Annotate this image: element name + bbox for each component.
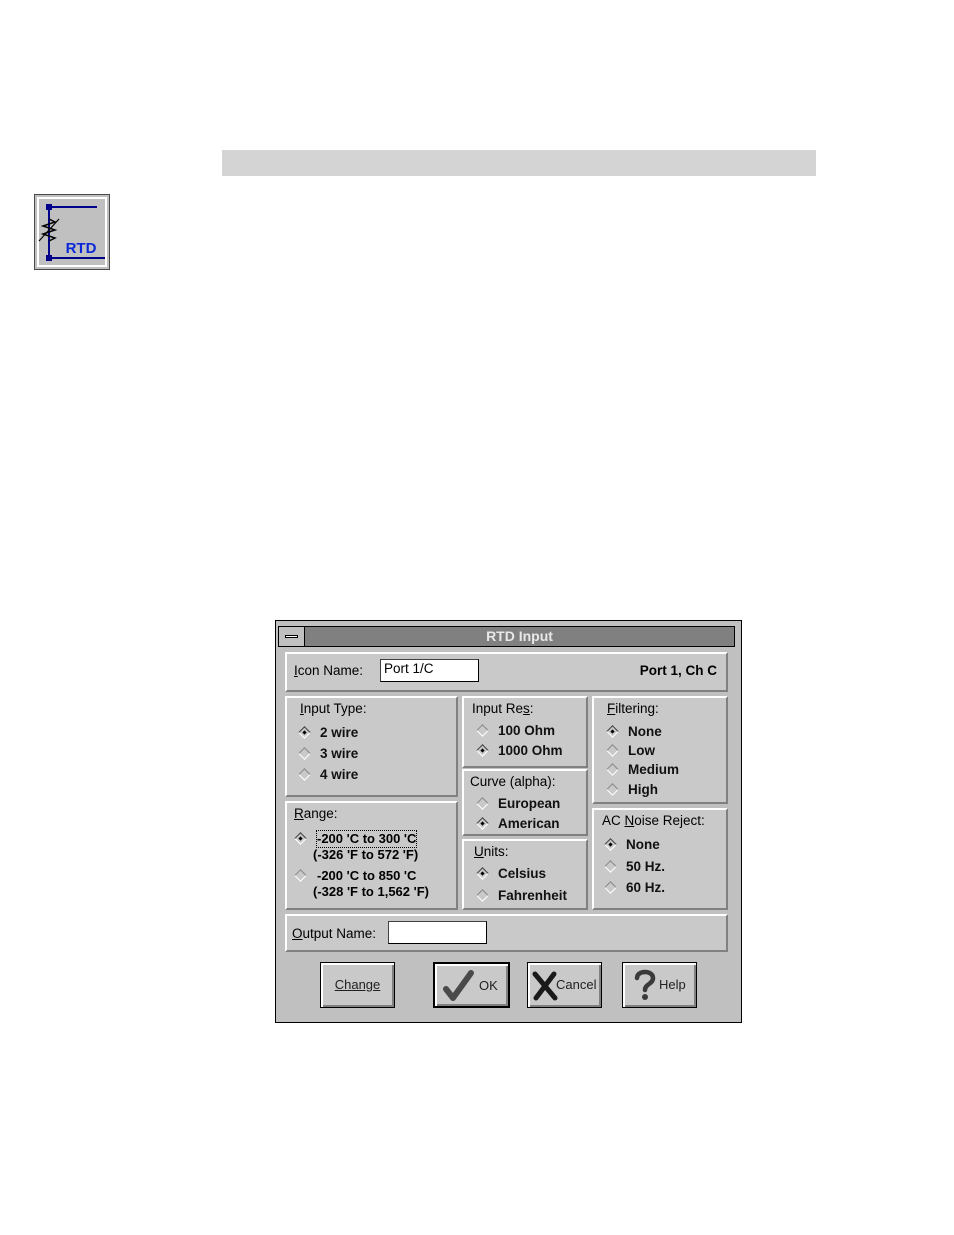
x-cancel-icon [532,971,558,1001]
input-res-group: Input Res: 100 Ohm 1000 Ohm [462,696,588,768]
input-res-label: Input Res: [472,701,534,716]
icon-name-label: Icon Name: [294,663,364,678]
system-menu-button[interactable] [279,627,305,646]
filtering-label: Filtering: [607,701,659,716]
output-name-label: Output Name: [292,926,377,941]
range-label: Range: [294,806,338,821]
filtering-group: Filtering: None Low Medium High [592,696,728,804]
radio-icon [476,797,489,810]
port-info: Port 1, Ch C [639,663,717,678]
radio-selected-icon [476,817,489,830]
dialog-title: RTD Input [486,628,553,644]
rtd-icon-label: RTD [66,240,97,257]
icon-name-panel: Icon Name: Port 1/C Port 1, Ch C [285,652,728,692]
change-button[interactable]: Change [320,962,395,1008]
icon-name-input[interactable]: Port 1/C [380,659,479,682]
range-option-1-line1[interactable]: -200 'C to 300 'C [315,830,418,848]
ac-noise-reject-group: AC Noise Reject: None 50 Hz. 60 Hz. [592,808,728,910]
range-option-1-line2: (-326 'F to 572 'F) [313,847,419,862]
input-type-label: Input Type: [300,701,367,716]
ok-button[interactable]: OK [433,962,510,1008]
radio-selected-icon [298,726,311,739]
range-option-2-line1[interactable]: -200 'C to 850 'C [317,868,416,884]
header-bar [222,150,816,176]
system-menu-icon [285,635,298,638]
range-option-2-line2: (-328 'F to 1,562 'F) [313,884,429,899]
radio-selected-icon [294,832,307,845]
input-type-group: Input Type: 2 wire 3 wire 4 wire [285,696,458,797]
output-name-input[interactable] [388,921,487,944]
radio-icon [476,724,489,737]
rtd-input-dialog: RTD Input Icon Name: Port 1/C Port 1, Ch… [275,620,742,1023]
help-button[interactable]: Help [622,962,697,1008]
range-group: Range: -200 'C to 300 'C (-326 'F to 572… [285,801,458,910]
curve-group: Curve (alpha): European American [462,769,588,836]
radio-selected-icon [604,838,617,851]
question-mark-icon [634,969,656,1000]
radio-icon [604,860,617,873]
radio-selected-icon [606,725,619,738]
radio-selected-icon [476,867,489,880]
cancel-button[interactable]: Cancel [527,962,602,1008]
radio-selected-icon [476,744,489,757]
radio-icon [476,889,489,902]
radio-icon [298,768,311,781]
curve-label: Curve (alpha): [470,774,556,789]
units-label: Units: [474,844,509,859]
ac-noise-reject-label: AC Noise Reject: [602,813,705,828]
units-group: Units: Celsius Fahrenheit [462,839,588,910]
checkmark-icon [443,970,474,1001]
rtd-icon[interactable]: RTD [34,194,110,270]
radio-icon [606,744,619,757]
radio-icon [606,763,619,776]
radio-icon [606,783,619,796]
radio-icon [294,869,307,882]
radio-icon [604,881,617,894]
radio-icon [298,747,311,760]
title-bar: RTD Input [278,626,735,647]
output-name-panel: Output Name: [285,914,728,952]
